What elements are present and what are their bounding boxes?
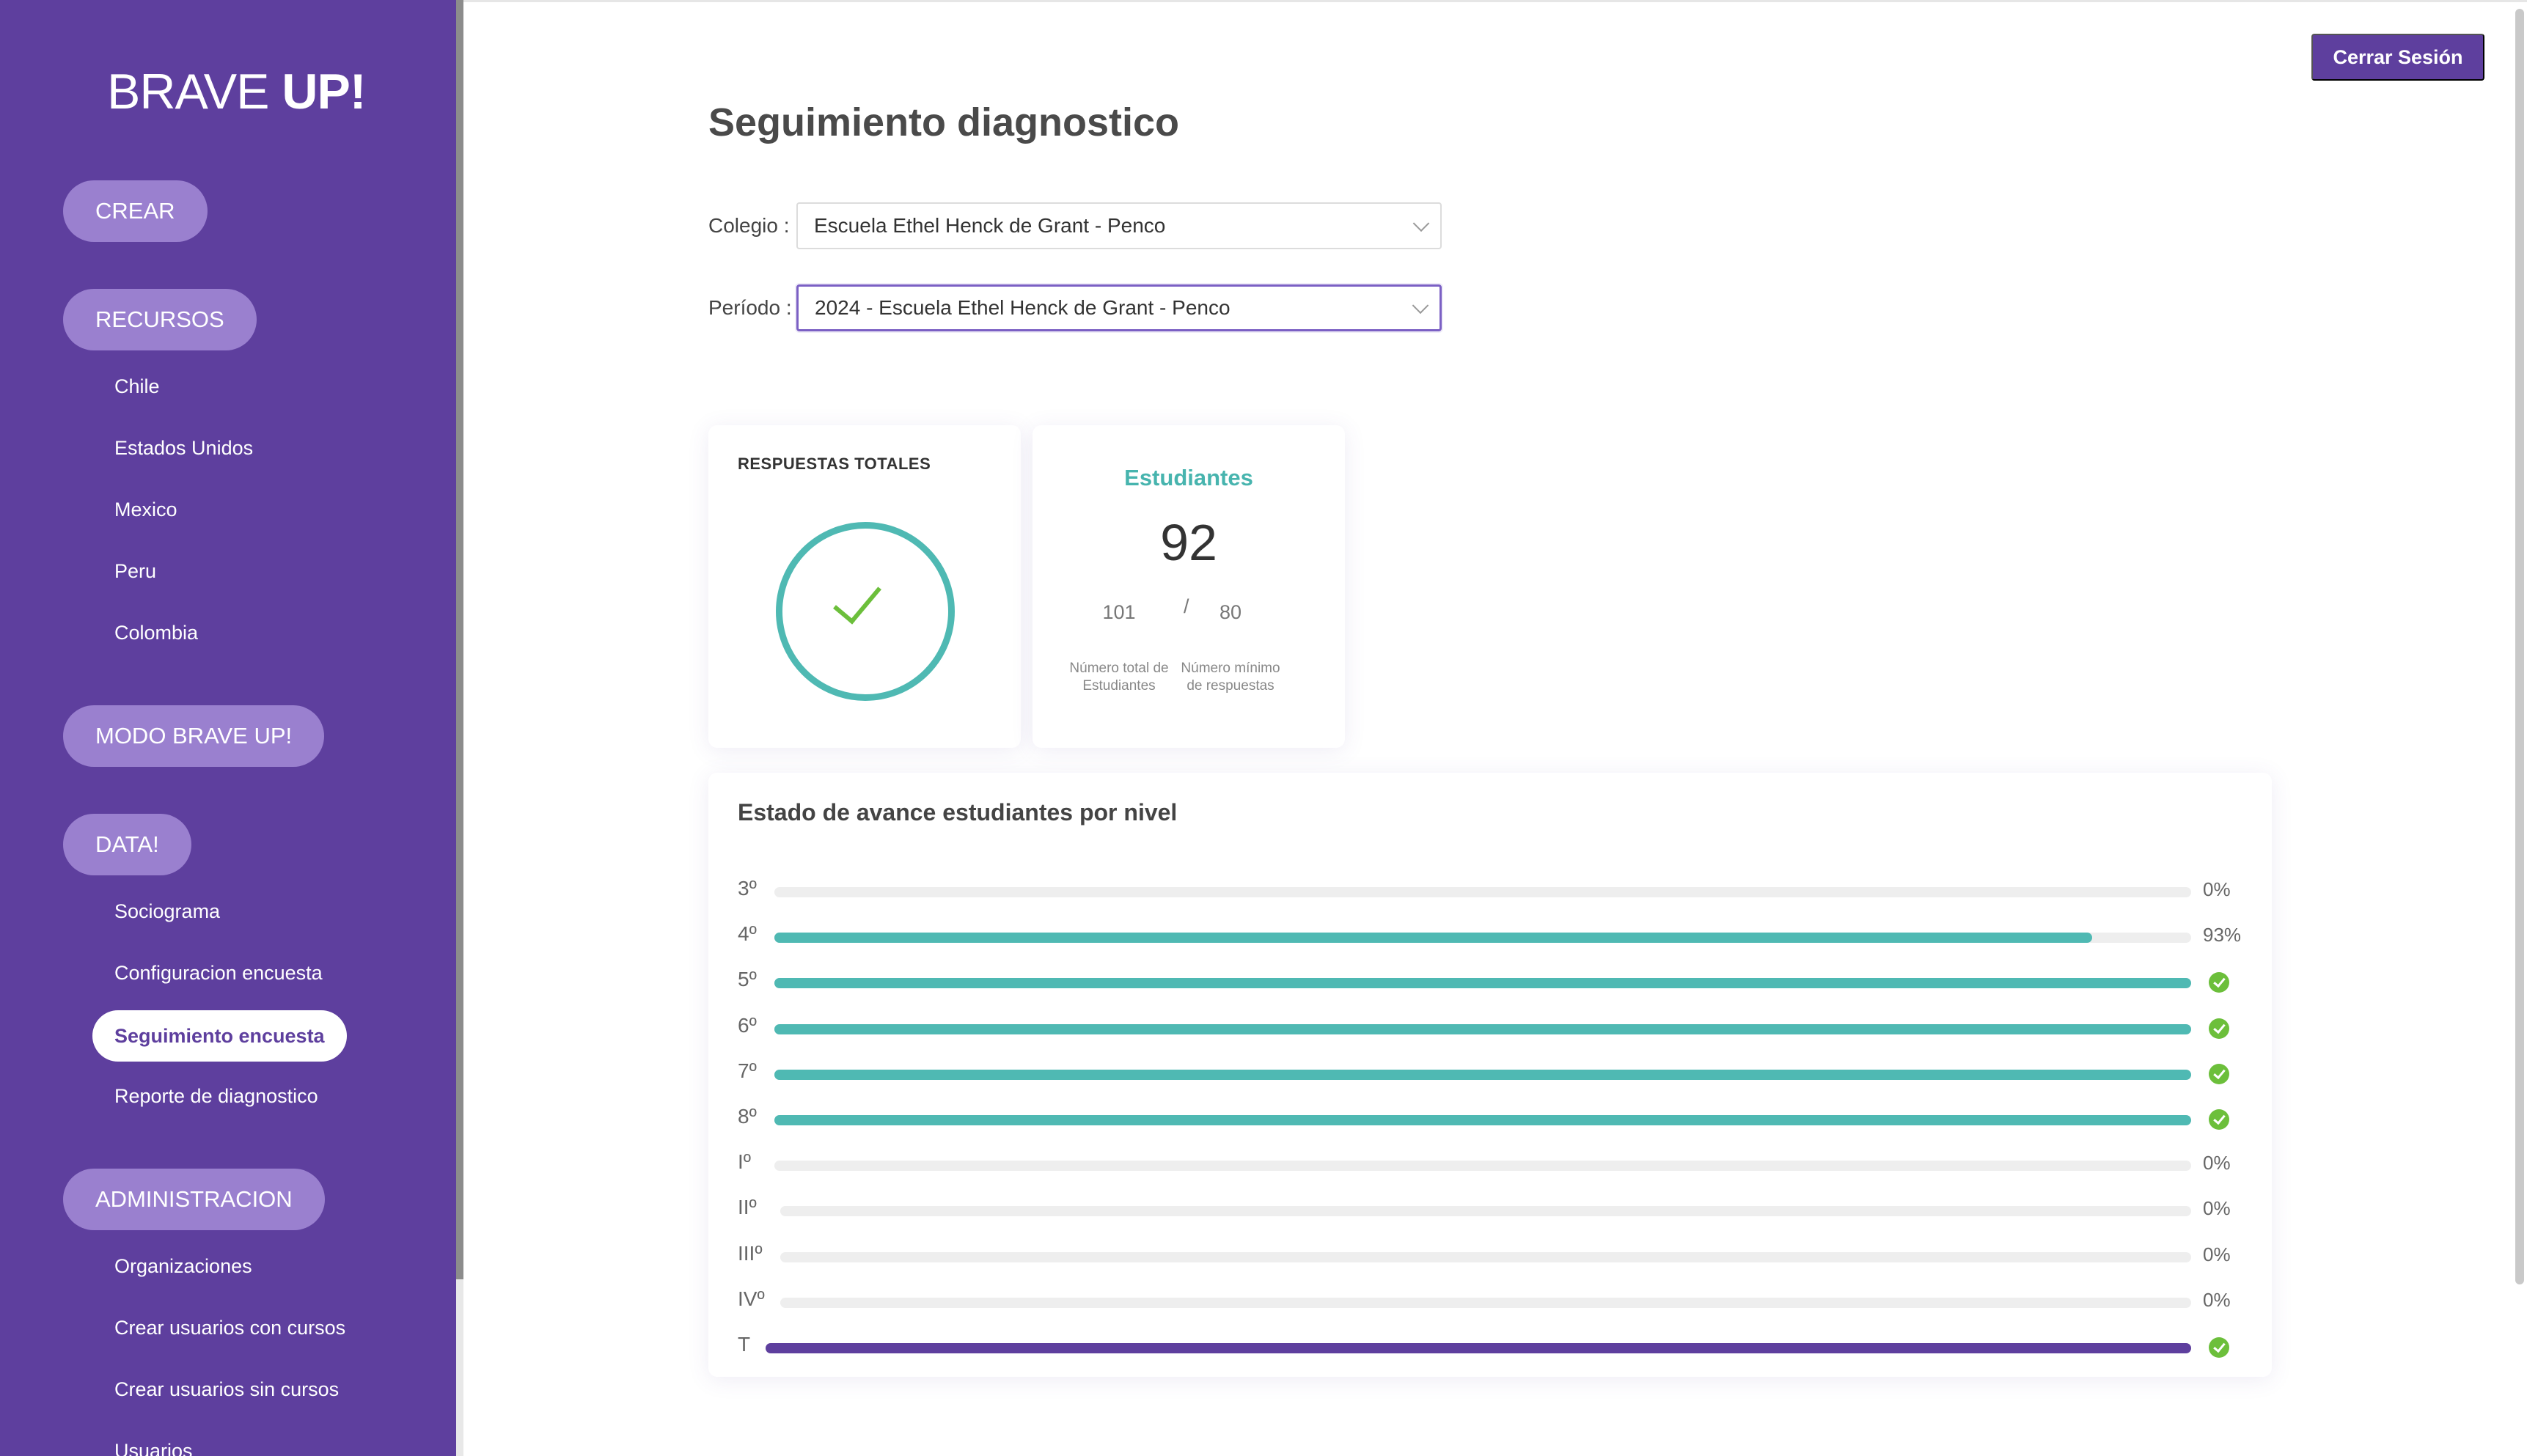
chevron-down-icon bbox=[1412, 215, 1430, 232]
colegio-select-value: Escuela Ethel Henck de Grant - Penco bbox=[814, 214, 1166, 237]
check-circle-icon bbox=[2209, 972, 2229, 993]
progress-row-value: 0% bbox=[2203, 1197, 2231, 1220]
sidebar-item-crear-usuarios-con-cursos[interactable]: Crear usuarios con cursos bbox=[114, 1317, 345, 1339]
progress-row-value: 0% bbox=[2203, 1152, 2231, 1174]
progress-row: 8º bbox=[708, 1105, 2272, 1134]
progress-row: 5º bbox=[708, 968, 2272, 997]
progress-row: 7º bbox=[708, 1059, 2272, 1089]
sidebar-item-configuracion-encuesta[interactable]: Configuracion encuesta bbox=[114, 962, 323, 985]
sidebar-item-seguimiento-encuesta[interactable]: Seguimiento encuesta bbox=[92, 1010, 347, 1062]
students-card-title: Estudiantes bbox=[1124, 465, 1253, 490]
sidebar-scrollbar[interactable] bbox=[456, 0, 463, 1279]
progress-row-label: 7º bbox=[738, 1059, 757, 1082]
students-card: Estudiantes 92 101 / 80 Número total de … bbox=[1033, 425, 1345, 748]
progress-track bbox=[780, 1297, 2191, 1308]
progress-row: T bbox=[708, 1333, 2272, 1362]
brave-up-logo[interactable]: BRAVE UP! bbox=[107, 63, 366, 120]
sidebar: BRAVE UP! CREAR RECURSOS Chile Estados U… bbox=[0, 0, 456, 1456]
responses-card: RESPUESTAS TOTALES bbox=[708, 425, 1021, 748]
progress-row-value: 0% bbox=[2203, 878, 2231, 900]
check-circle-icon bbox=[2209, 1337, 2229, 1358]
students-minimum: 80 bbox=[1219, 601, 1242, 623]
main-top-border bbox=[463, 0, 2527, 2]
progress-row-value: 0% bbox=[2203, 1288, 2231, 1311]
progress-row-value: 93% bbox=[2203, 924, 2242, 946]
sidebar-section-data[interactable]: DATA! bbox=[63, 814, 191, 875]
students-total: 101 bbox=[1102, 601, 1136, 623]
progress-row: 3º 0% bbox=[708, 877, 2272, 906]
progress-row-label: IIº bbox=[738, 1196, 757, 1219]
sidebar-item-reporte-diagnostico[interactable]: Reporte de diagnostico bbox=[114, 1085, 318, 1108]
progress-fill bbox=[774, 1115, 2191, 1125]
progress-row-label: 4º bbox=[738, 922, 757, 946]
progress-row-label: IVº bbox=[738, 1287, 765, 1310]
sidebar-item-organizaciones[interactable]: Organizaciones bbox=[114, 1255, 252, 1278]
progress-row-value: 0% bbox=[2203, 1243, 2231, 1265]
sidebar-item-mexico[interactable]: Mexico bbox=[114, 499, 177, 521]
progress-ring bbox=[776, 522, 955, 701]
colegio-label: Colegio : bbox=[708, 214, 790, 237]
progress-row: 4º 93% bbox=[708, 922, 2272, 952]
sidebar-scroll-track bbox=[456, 1279, 463, 1456]
progress-row: 6º bbox=[708, 1014, 2272, 1043]
progress-track bbox=[774, 978, 2191, 989]
sidebar-item-peru[interactable]: Peru bbox=[114, 560, 156, 583]
sidebar-item-colombia[interactable]: Colombia bbox=[114, 622, 198, 644]
progress-row: IIº 0% bbox=[708, 1196, 2272, 1225]
progress-row: IIIº 0% bbox=[708, 1242, 2272, 1271]
progress-track bbox=[780, 1206, 2191, 1217]
students-count: 92 bbox=[1160, 514, 1217, 571]
progress-row: Iº 0% bbox=[708, 1150, 2272, 1180]
sidebar-section-administracion[interactable]: ADMINISTRACION bbox=[63, 1169, 325, 1230]
check-circle-icon bbox=[2209, 1018, 2229, 1039]
periodo-select[interactable]: 2024 - Escuela Ethel Henck de Grant - Pe… bbox=[796, 284, 1442, 331]
responses-card-title: RESPUESTAS TOTALES bbox=[738, 455, 931, 473]
sidebar-item-crear-usuarios-sin-cursos[interactable]: Crear usuarios sin cursos bbox=[114, 1378, 339, 1401]
periodo-select-value: 2024 - Escuela Ethel Henck de Grant - Pe… bbox=[815, 296, 1231, 319]
progress-row-label: 5º bbox=[738, 968, 757, 991]
progress-row: IVº 0% bbox=[708, 1287, 2272, 1317]
progress-fill bbox=[766, 1343, 2191, 1353]
sidebar-section-crear[interactable]: CREAR bbox=[63, 180, 208, 242]
progress-row-label: IIIº bbox=[738, 1241, 763, 1265]
progress-fill bbox=[774, 1023, 2191, 1034]
progress-track bbox=[774, 1115, 2191, 1125]
progress-row-label: Iº bbox=[738, 1150, 752, 1174]
progress-row-label: T bbox=[738, 1333, 751, 1356]
periodo-label: Período : bbox=[708, 296, 792, 319]
students-total-caption: Número total de Estudiantes bbox=[1069, 661, 1169, 694]
progress-fill bbox=[774, 933, 2092, 944]
progress-track bbox=[774, 1161, 2191, 1172]
progress-fill bbox=[774, 1069, 2191, 1080]
progress-card-title: Estado de avance estudiantes por nivel bbox=[738, 799, 1178, 826]
progress-track bbox=[774, 1069, 2191, 1080]
progress-track bbox=[774, 1023, 2191, 1034]
progress-track bbox=[780, 1251, 2191, 1262]
sidebar-section-modo-brave-up[interactable]: MODO BRAVE UP! bbox=[63, 705, 325, 767]
students-minimum-caption: Número mínimo de respuestas bbox=[1181, 661, 1280, 694]
check-circle-icon bbox=[2209, 1109, 2229, 1130]
progress-track bbox=[774, 933, 2191, 944]
progress-track bbox=[774, 887, 2191, 897]
colegio-select[interactable]: Escuela Ethel Henck de Grant - Penco bbox=[796, 202, 1442, 249]
sidebar-item-sociograma[interactable]: Sociograma bbox=[114, 900, 220, 923]
progress-row-label: 6º bbox=[738, 1013, 757, 1037]
main-scrollbar[interactable] bbox=[2515, 9, 2524, 1284]
sidebar-item-chile[interactable]: Chile bbox=[114, 375, 160, 398]
sidebar-item-estados-unidos[interactable]: Estados Unidos bbox=[114, 437, 253, 460]
page-title: Seguimiento diagnostico bbox=[708, 100, 1180, 144]
progress-row-label: 3º bbox=[738, 877, 757, 900]
progress-row-label: 8º bbox=[738, 1105, 757, 1128]
progress-fill bbox=[774, 978, 2191, 989]
chevron-down-icon bbox=[1412, 297, 1429, 315]
progress-track bbox=[766, 1343, 2191, 1353]
sidebar-item-usuarios[interactable]: Usuarios bbox=[114, 1440, 193, 1456]
sidebar-section-recursos[interactable]: RECURSOS bbox=[63, 289, 257, 350]
logout-button[interactable]: Cerrar Sesión bbox=[2311, 34, 2484, 81]
check-circle-icon bbox=[2209, 1063, 2229, 1084]
progress-card: Estado de avance estudiantes por nivel 3… bbox=[708, 773, 2272, 1377]
